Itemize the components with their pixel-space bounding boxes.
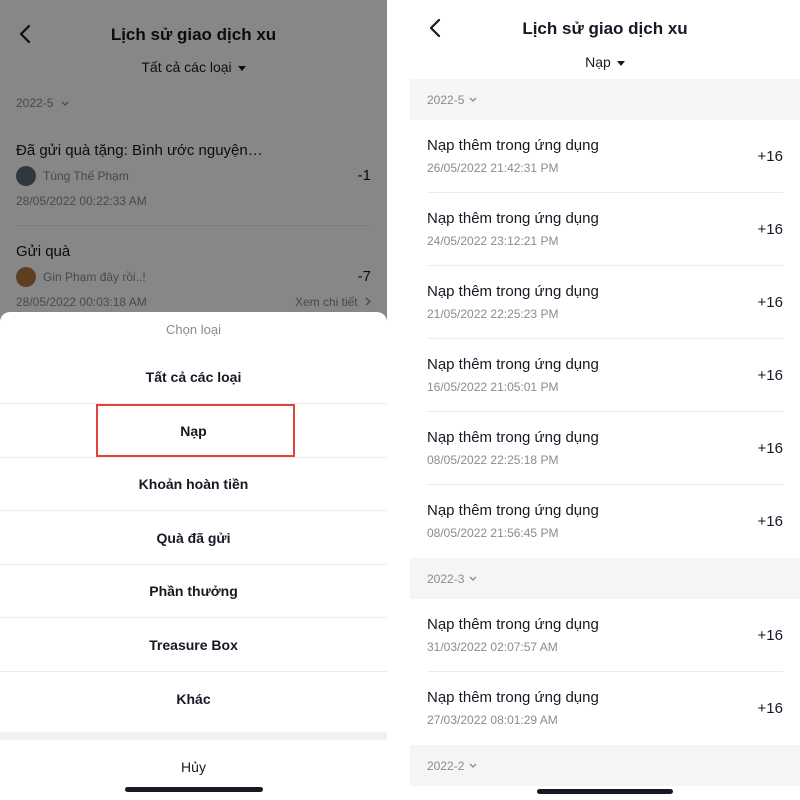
sheet-heading: Chọn loại <box>166 322 221 337</box>
transaction-title: Nạp thêm trong ứng dụng <box>427 429 599 446</box>
option-other[interactable]: Khác <box>0 672 387 725</box>
transaction-title: Nạp thêm trong ứng dụng <box>427 356 599 373</box>
transaction-row[interactable]: Nạp thêm trong ứng dụng 24/05/2022 23:12:… <box>410 193 800 266</box>
chevron-down-icon <box>469 576 477 581</box>
transaction-row[interactable]: Nạp thêm trong ứng dụng 21/05/2022 22:25:… <box>410 266 800 339</box>
chevron-down-icon <box>469 763 477 768</box>
month-label: 2022-2 <box>427 758 465 773</box>
month-label: 2022-3 <box>427 571 465 586</box>
transaction-date: 16/05/2022 21:05:01 PM <box>427 380 559 394</box>
transaction-amount: +16 <box>757 700 783 717</box>
option-rewards[interactable]: Phần thưởng <box>0 565 387 618</box>
filter-label: Nạp <box>585 54 611 70</box>
option-label: Khác <box>176 690 211 707</box>
transaction-amount: +16 <box>757 440 783 457</box>
right-screen: Lịch sử giao dịch xu Nạp 2022-5 Nạp thêm … <box>410 0 800 800</box>
transaction-date: 31/03/2022 02:07:57 AM <box>427 640 558 654</box>
transaction-row[interactable]: Nạp thêm trong ứng dụng 08/05/2022 22:25:… <box>410 412 800 485</box>
transaction-row[interactable]: Nạp thêm trong ứng dụng 16/05/2022 21:05:… <box>410 339 800 412</box>
transaction-date: 08/05/2022 21:56:45 PM <box>427 526 559 540</box>
page-title: Lịch sử giao dịch xu <box>522 19 688 38</box>
month-header[interactable]: 2022-3 <box>410 558 800 599</box>
transaction-amount: +16 <box>757 294 783 311</box>
transaction-amount: +16 <box>757 367 783 384</box>
option-refunds[interactable]: Khoản hoàn tiền <box>0 458 387 511</box>
sheet-divider <box>0 732 387 740</box>
transaction-row[interactable]: Nạp thêm trong ứng dụng 26/05/2022 21:42:… <box>410 120 800 193</box>
transaction-date: 21/05/2022 22:25:23 PM <box>427 307 559 321</box>
option-treasure-box[interactable]: Treasure Box <box>0 619 387 672</box>
option-gifts-sent[interactable]: Quà đã gửi <box>0 512 387 565</box>
filter-sheet: Chọn loại Tất cả các loại Nạp Khoản hoàn… <box>0 312 387 800</box>
transaction-amount: +16 <box>757 221 783 238</box>
transaction-title: Nạp thêm trong ứng dụng <box>427 137 599 154</box>
selection-highlight <box>96 404 295 457</box>
transaction-row[interactable]: Nạp thêm trong ứng dụng 27/03/2022 08:01:… <box>410 672 800 745</box>
transaction-date: 26/05/2022 21:42:31 PM <box>427 161 559 175</box>
transaction-amount: +16 <box>757 148 783 165</box>
option-label: Khoản hoàn tiền <box>138 476 249 492</box>
home-indicator <box>537 789 673 794</box>
transaction-row[interactable]: Nạp thêm trong ứng dụng 08/05/2022 21:56:… <box>410 485 800 558</box>
filter-dropdown[interactable]: Nạp <box>410 54 800 70</box>
month-label: 2022-5 <box>427 92 465 107</box>
transaction-date: 08/05/2022 22:25:18 PM <box>427 453 559 467</box>
month-header[interactable]: 2022-5 <box>410 79 800 120</box>
option-label: Tất cả các loại <box>145 369 242 385</box>
option-label: Quà đã gửi <box>156 530 231 546</box>
transaction-title: Nạp thêm trong ứng dụng <box>427 616 599 633</box>
transaction-title: Nạp thêm trong ứng dụng <box>427 689 599 706</box>
caret-down-icon <box>616 60 625 66</box>
option-all-types[interactable]: Tất cả các loại <box>0 351 387 404</box>
transaction-title: Nạp thêm trong ứng dụng <box>427 283 599 300</box>
chevron-down-icon <box>469 97 477 102</box>
transaction-amount: +16 <box>757 627 783 644</box>
home-indicator <box>125 787 263 792</box>
option-label: Treasure Box <box>149 637 238 653</box>
transaction-title: Nạp thêm trong ứng dụng <box>427 502 599 519</box>
transaction-amount: +16 <box>757 513 783 530</box>
transaction-row[interactable]: Nạp thêm trong ứng dụng 31/03/2022 02:07:… <box>410 599 800 672</box>
option-label: Phần thưởng <box>149 583 238 599</box>
transaction-title: Nạp thêm trong ứng dụng <box>427 210 599 227</box>
left-screen: Lịch sử giao dịch xu Tất cả các loại 202… <box>0 0 387 800</box>
month-header[interactable]: 2022-2 <box>410 745 800 786</box>
transaction-date: 24/05/2022 23:12:21 PM <box>427 234 559 248</box>
transaction-date: 27/03/2022 08:01:29 AM <box>427 713 558 727</box>
cancel-button[interactable]: Hủy <box>0 742 387 792</box>
